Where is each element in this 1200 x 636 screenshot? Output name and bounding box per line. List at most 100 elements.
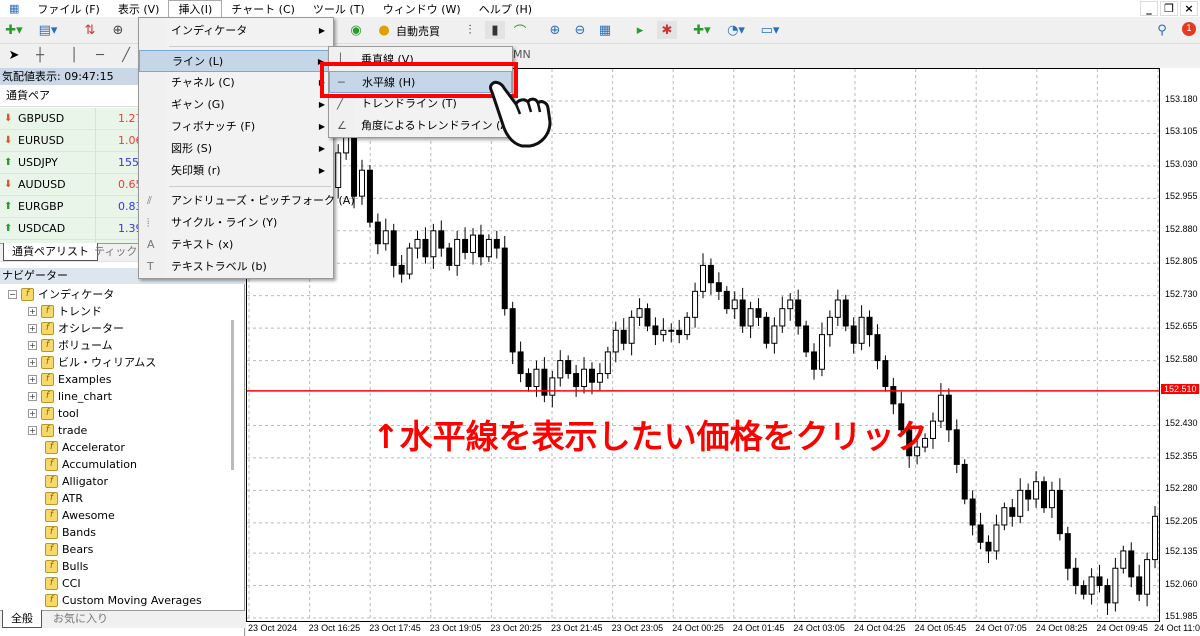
signal-icon[interactable]: ◉ (346, 21, 366, 39)
menu-chart[interactable]: チャート (C) (222, 1, 304, 17)
autotrade-icon[interactable]: ● (374, 21, 394, 39)
insert-menu-item[interactable]: 図形 (S) ▶ (139, 138, 333, 160)
tab-favorites[interactable]: お気に入り (45, 610, 116, 628)
price-chart[interactable] (246, 68, 1160, 622)
line-chart-icon[interactable]: ⌒ (510, 21, 530, 40)
nav-indicator[interactable]: f Alligator (45, 473, 108, 490)
candlestick-chart[interactable] (247, 69, 1159, 621)
insert-menu-item[interactable]: ギャン (G) ▶ (139, 94, 333, 116)
tab-common[interactable]: 全般 (2, 610, 42, 628)
horizontal-line-icon[interactable]: ─ (90, 46, 110, 64)
insert-menu-item[interactable]: チャネル (C) ▶ (139, 72, 333, 94)
nav-indicator[interactable]: f ATR (45, 490, 83, 507)
expand-icon[interactable]: + (28, 307, 37, 316)
expand-icon[interactable]: + (28, 409, 37, 418)
search-icon[interactable]: ⚲ (1152, 21, 1172, 39)
insert-menu-item[interactable]: インディケータ ▶ (139, 20, 333, 42)
price-tick: 152.580 (1165, 353, 1198, 364)
insert-menu-item[interactable]: フィボナッチ (F) ▶ (139, 116, 333, 138)
nav-root-indicators[interactable]: − f インディケータ (8, 286, 114, 303)
price-tick: 151.985 (1165, 611, 1198, 621)
new-chart-icon[interactable]: ✚▾ (4, 21, 24, 39)
vertical-line-icon[interactable]: │ (64, 46, 84, 64)
indicators-icon[interactable]: ✚▾ (692, 21, 712, 39)
expand-icon[interactable]: + (28, 324, 37, 333)
tab-symbols[interactable]: 通貨ペアリスト (3, 243, 98, 261)
close-button[interactable]: × (1180, 1, 1198, 16)
expand-icon[interactable]: + (28, 358, 37, 367)
insert-menu-item[interactable]: ⫽ アンドリューズ・ピッチフォーク (A) (139, 190, 355, 212)
notification-badge[interactable]: 1 (1182, 22, 1196, 36)
nav-indicator[interactable]: f Accelerator (45, 439, 125, 456)
nav-indicator[interactable]: f Accumulation (45, 456, 137, 473)
nav-folder[interactable]: + f Examples (28, 371, 111, 388)
autotrade-button[interactable]: 自動売買 (396, 23, 440, 39)
candle (382, 230, 389, 245)
nav-indicator[interactable]: f Awesome (45, 507, 115, 524)
insert-menu-item[interactable]: A テキスト (x) (139, 234, 333, 256)
candle (747, 308, 754, 327)
candle (1017, 489, 1024, 517)
menu-help[interactable]: ヘルプ (H) (470, 1, 541, 17)
insert-menu-item[interactable]: 矢印類 (r) ▶ (139, 160, 333, 182)
menu-window[interactable]: ウィンドウ (W) (374, 1, 470, 17)
menu-tools[interactable]: ツール (T) (304, 1, 374, 17)
menu-view[interactable]: 表示 (V) (109, 1, 169, 17)
nav-indicator[interactable]: f Custom Moving Averages (45, 592, 202, 609)
arrow-up-icon: ⬆ (4, 201, 13, 212)
insert-menu-item[interactable]: ライン (L) ▶ (139, 50, 333, 72)
nav-folder[interactable]: + f trade (28, 422, 87, 439)
nav-indicator[interactable]: f Bands (45, 524, 96, 541)
nav-folder[interactable]: + f ビル・ウィリアムス (28, 354, 156, 371)
chart-shift-icon[interactable]: ▸ (630, 21, 650, 39)
insert-menu-item[interactable]: T テキストラベル (b) (139, 256, 333, 278)
candlestick-icon[interactable]: ▮ (485, 21, 505, 39)
nav-folder[interactable]: + f line_chart (28, 388, 112, 405)
nav-indicator[interactable]: f Bears (45, 541, 93, 558)
candle (581, 368, 588, 388)
menu-insert[interactable]: 挿入(I) (168, 0, 223, 17)
candle (795, 299, 802, 327)
time-tick: 23 Oct 23:05 (611, 623, 664, 633)
candle (335, 152, 342, 189)
nav-folder[interactable]: + f ボリューム (28, 337, 113, 354)
minimize-button[interactable]: _ (1140, 1, 1158, 16)
bar-chart-icon[interactable]: ⫶ (460, 21, 480, 39)
periods-icon[interactable]: ◔▾ (726, 21, 746, 39)
trendline-icon[interactable]: ╱ (116, 46, 136, 64)
autoscroll-icon[interactable]: ✱ (657, 21, 677, 39)
restore-button[interactable]: ❐ (1160, 1, 1178, 16)
zoom-out-icon[interactable]: ⊖ (570, 21, 590, 39)
expand-icon[interactable]: + (28, 392, 37, 401)
indicator-icon: f (41, 305, 54, 318)
candle (628, 316, 635, 344)
expand-icon[interactable]: + (28, 375, 37, 384)
expand-icon[interactable]: + (28, 426, 37, 435)
nav-folder[interactable]: + f トレンド (28, 303, 102, 320)
price-axis[interactable]: 153.180 153.105 153.030 152.955 152.880 152.8… (1160, 68, 1200, 636)
crosshair-icon[interactable]: ┼ (30, 46, 50, 64)
expand-icon[interactable]: + (28, 341, 37, 350)
collapse-icon[interactable]: − (8, 290, 17, 299)
nav-indicator[interactable]: f Bulls (45, 558, 88, 575)
indicator-folder-icon: f (21, 288, 34, 301)
insert-menu-item[interactable]: ⦙ サイクル・ライン (Y) (139, 212, 333, 234)
candle (374, 221, 381, 245)
navigator-scrollbar[interactable] (231, 320, 234, 470)
cursor-icon[interactable]: ➤ (4, 46, 24, 64)
nav-indicator[interactable]: f CCI (45, 575, 81, 592)
nav-folder[interactable]: + f tool (28, 405, 79, 422)
tile-windows-icon[interactable]: ▦ (595, 21, 615, 39)
time-axis[interactable]: 23 Oct 2024 23 Oct 16:25 23 Oct 17:45 23 Oc… (246, 622, 1200, 636)
market-watch-icon[interactable]: ⇅ (80, 21, 100, 39)
timeframe-mn[interactable]: MN (513, 48, 531, 61)
profiles-icon[interactable]: ▤▾ (38, 21, 58, 39)
candle (1025, 489, 1032, 500)
zoom-in-icon[interactable]: ⊕ (545, 21, 565, 39)
nav-folder[interactable]: + f オシレーター (28, 320, 124, 337)
crosshair-target-icon[interactable]: ⊕ (108, 21, 128, 39)
line-submenu-item[interactable]: ∠ 角度によるトレンドライン (A) (329, 115, 512, 137)
price-tick: 152.730 (1165, 288, 1198, 299)
templates-icon[interactable]: ▭▾ (760, 21, 780, 39)
menu-file[interactable]: ファイル (F) (28, 1, 108, 17)
